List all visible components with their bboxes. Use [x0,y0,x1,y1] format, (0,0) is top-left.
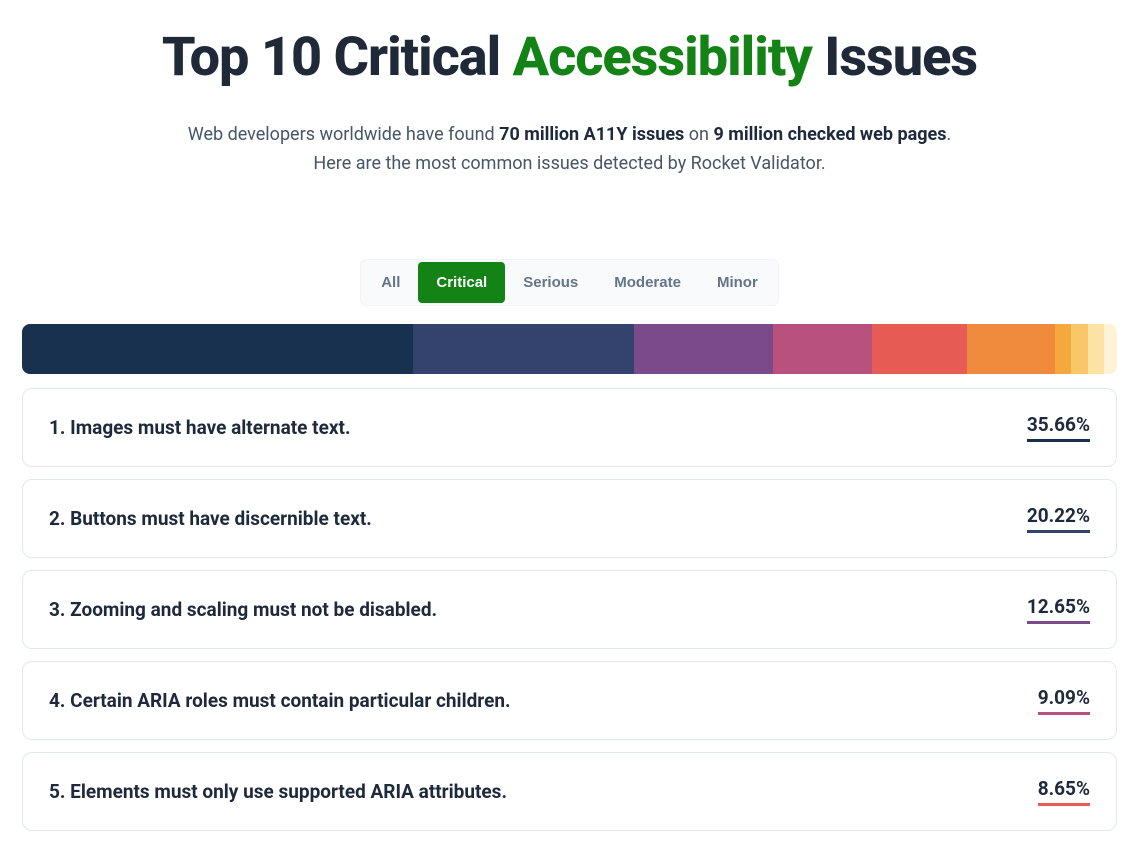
issue-label: 3. Zooming and scaling must not be disab… [49,598,437,621]
issue-row[interactable]: 4. Certain ARIA roles must contain parti… [22,661,1117,740]
tab-minor[interactable]: Minor [699,262,776,303]
subtitle-text-post: . [946,124,951,145]
bar-segment-9[interactable] [1088,324,1104,374]
tab-critical[interactable]: Critical [418,262,505,303]
issue-label: 2. Buttons must have discernible text. [49,507,372,530]
issue-label: 4. Certain ARIA roles must contain parti… [49,689,511,712]
issue-row[interactable]: 3. Zooming and scaling must not be disab… [22,570,1117,649]
title-post: Issues [812,26,977,89]
title-pre: Top 10 Critical [162,26,513,89]
issue-row[interactable]: 5. Elements must only use supported ARIA… [22,752,1117,831]
tab-serious[interactable]: Serious [505,262,596,303]
issue-percent: 12.65% [1027,595,1090,624]
page-title: Top 10 Critical Accessibility Issues [22,28,1117,87]
subtitle-text-pre: Web developers worldwide have found [188,124,499,145]
tab-moderate[interactable]: Moderate [596,262,699,303]
issue-label: 5. Elements must only use supported ARIA… [49,780,507,803]
issue-label: 1. Images must have alternate text. [49,416,350,439]
subtitle-issues: 70 million A11Y issues [499,124,684,145]
subtitle-line2: Here are the most common issues detected… [313,153,825,174]
issue-row[interactable]: 1. Images must have alternate text. 35.66… [22,388,1117,467]
issues-bar-chart [22,324,1117,374]
bar-segment-4[interactable] [773,324,873,374]
title-highlight: Accessibility [513,26,812,89]
tab-all[interactable]: All [363,262,418,303]
subtitle-text-mid: on [684,124,713,145]
bar-segment-8[interactable] [1071,324,1087,374]
bar-segment-5[interactable] [872,324,967,374]
impact-tabs: AllCriticalSeriousModerateMinor [22,259,1117,306]
issues-list: 1. Images must have alternate text. 35.66… [22,388,1117,831]
bar-segment-6[interactable] [967,324,1055,374]
page-subtitle: Web developers worldwide have found 70 m… [22,121,1117,179]
issue-percent: 9.09% [1038,686,1090,715]
issue-row[interactable]: 2. Buttons must have discernible text. 20… [22,479,1117,558]
bar-segment-2[interactable] [413,324,635,374]
issue-percent: 8.65% [1038,777,1090,806]
bar-segment-1[interactable] [22,324,413,374]
issue-percent: 20.22% [1027,504,1090,533]
bar-segment-7[interactable] [1055,324,1071,374]
bar-segment-3[interactable] [634,324,773,374]
bar-segment-10[interactable] [1104,324,1117,374]
subtitle-pages: 9 million checked web pages [713,124,946,145]
issue-percent: 35.66% [1027,413,1090,442]
